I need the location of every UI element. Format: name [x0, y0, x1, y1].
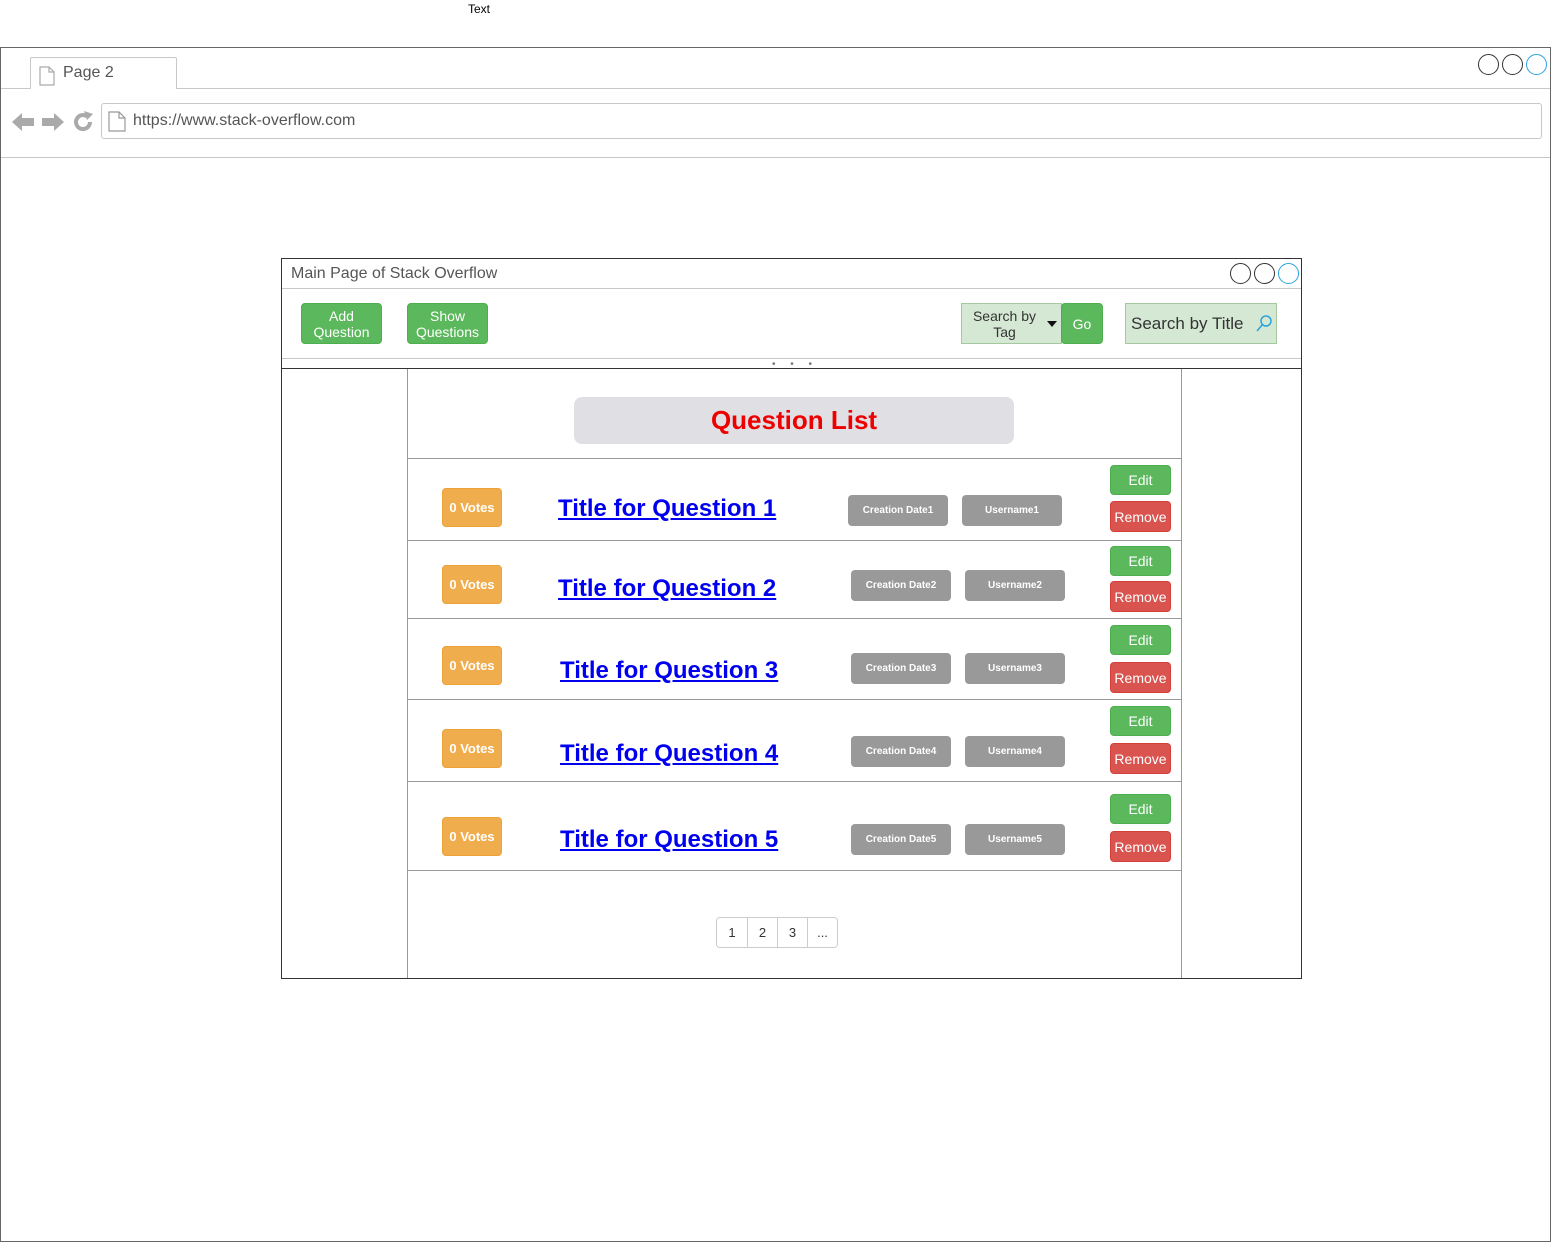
app-window: Main Page of Stack Overflow Add Question… — [281, 258, 1302, 979]
username-badge: Username4 — [965, 736, 1065, 767]
page-1-button[interactable]: 1 — [717, 918, 747, 947]
back-arrow-icon[interactable] — [11, 111, 35, 133]
browser-chrome: Page 2 https://www.stack-overflow.com — [1, 48, 1550, 158]
question-title-link[interactable]: Title for Question 4 — [560, 740, 778, 768]
show-questions-button[interactable]: Show Questions — [407, 303, 488, 344]
votes-badge: 0 Votes — [442, 646, 502, 685]
minimize-button[interactable] — [1478, 54, 1499, 75]
url-text: https://www.stack-overflow.com — [133, 112, 356, 129]
document-icon — [39, 66, 55, 86]
add-question-button[interactable]: Add Question — [301, 303, 382, 344]
remove-button[interactable]: Remove — [1110, 501, 1171, 532]
row-divider — [408, 870, 1181, 871]
floating-text-label: Text — [467, 2, 490, 16]
search-by-tag-dropdown[interactable]: Search by Tag — [961, 303, 1062, 344]
creation-date-badge: Creation Date1 — [848, 495, 948, 526]
maximize-button[interactable] — [1502, 54, 1523, 75]
browser-window: Page 2 https://www.stack-overflow.com Ma… — [0, 47, 1551, 1242]
username-badge: Username2 — [965, 570, 1065, 601]
app-minimize-button[interactable] — [1230, 263, 1251, 284]
votes-badge: 0 Votes — [442, 565, 502, 604]
tab-label: Page 2 — [63, 64, 114, 81]
browser-tab[interactable]: Page 2 — [30, 57, 177, 89]
username-badge: Username5 — [965, 824, 1065, 855]
question-list-title: Question List — [710, 405, 878, 435]
question-list-panel: Question List 0 Votes Title for Question… — [407, 369, 1182, 978]
search-icon[interactable] — [1255, 314, 1273, 334]
search-by-tag-label: Search by Tag — [972, 307, 1037, 340]
remove-button[interactable]: Remove — [1110, 662, 1171, 693]
pagination: 1 2 3 ... — [716, 917, 838, 948]
question-list-header: Question List — [574, 397, 1014, 444]
question-row: 0 Votes Title for Question 3 Creation Da… — [408, 619, 1181, 699]
username-badge: Username3 — [965, 653, 1065, 684]
creation-date-badge: Creation Date5 — [851, 824, 951, 855]
question-title-link[interactable]: Title for Question 3 — [560, 657, 778, 685]
search-by-title-placeholder: Search by Title — [1131, 314, 1244, 333]
edit-button[interactable]: Edit — [1110, 706, 1171, 736]
question-title-link[interactable]: Title for Question 5 — [560, 826, 778, 854]
question-row: 0 Votes Title for Question 1 Creation Da… — [408, 459, 1181, 540]
page-more-button[interactable]: ... — [807, 918, 837, 947]
votes-badge: 0 Votes — [442, 817, 502, 856]
window-controls — [1478, 54, 1547, 75]
creation-date-badge: Creation Date4 — [851, 736, 951, 767]
search-by-title-input[interactable]: Search by Title — [1125, 303, 1277, 344]
creation-date-badge: Creation Date3 — [851, 653, 951, 684]
page-2-button[interactable]: 2 — [747, 918, 777, 947]
app-window-controls — [1230, 263, 1299, 284]
votes-badge: 0 Votes — [442, 729, 502, 768]
question-row: 0 Votes Title for Question 4 Creation Da… — [408, 700, 1181, 781]
question-row: 0 Votes Title for Question 2 Creation Da… — [408, 541, 1181, 618]
app-maximize-button[interactable] — [1254, 263, 1275, 284]
remove-button[interactable]: Remove — [1110, 831, 1171, 862]
question-title-link[interactable]: Title for Question 2 — [558, 575, 776, 603]
app-close-button[interactable] — [1278, 263, 1299, 284]
remove-button[interactable]: Remove — [1110, 743, 1171, 774]
reload-icon[interactable] — [71, 110, 95, 134]
go-button[interactable]: Go — [1061, 303, 1103, 344]
page-3-button[interactable]: 3 — [777, 918, 807, 947]
page-icon — [108, 111, 126, 132]
navigation-controls — [11, 110, 95, 134]
chevron-down-icon — [1047, 321, 1057, 327]
app-title: Main Page of Stack Overflow — [291, 265, 498, 282]
edit-button[interactable]: Edit — [1110, 546, 1171, 576]
address-bar[interactable]: https://www.stack-overflow.com — [101, 103, 1542, 139]
votes-badge: 0 Votes — [442, 488, 502, 527]
close-button[interactable] — [1526, 54, 1547, 75]
question-title-link[interactable]: Title for Question 1 — [558, 495, 776, 523]
edit-button[interactable]: Edit — [1110, 625, 1171, 655]
question-row: 0 Votes Title for Question 5 Creation Da… — [408, 782, 1181, 870]
forward-arrow-icon[interactable] — [41, 111, 65, 133]
remove-button[interactable]: Remove — [1110, 581, 1171, 612]
username-badge: Username1 — [962, 495, 1062, 526]
creation-date-badge: Creation Date2 — [851, 570, 951, 601]
edit-button[interactable]: Edit — [1110, 794, 1171, 824]
edit-button[interactable]: Edit — [1110, 465, 1171, 495]
